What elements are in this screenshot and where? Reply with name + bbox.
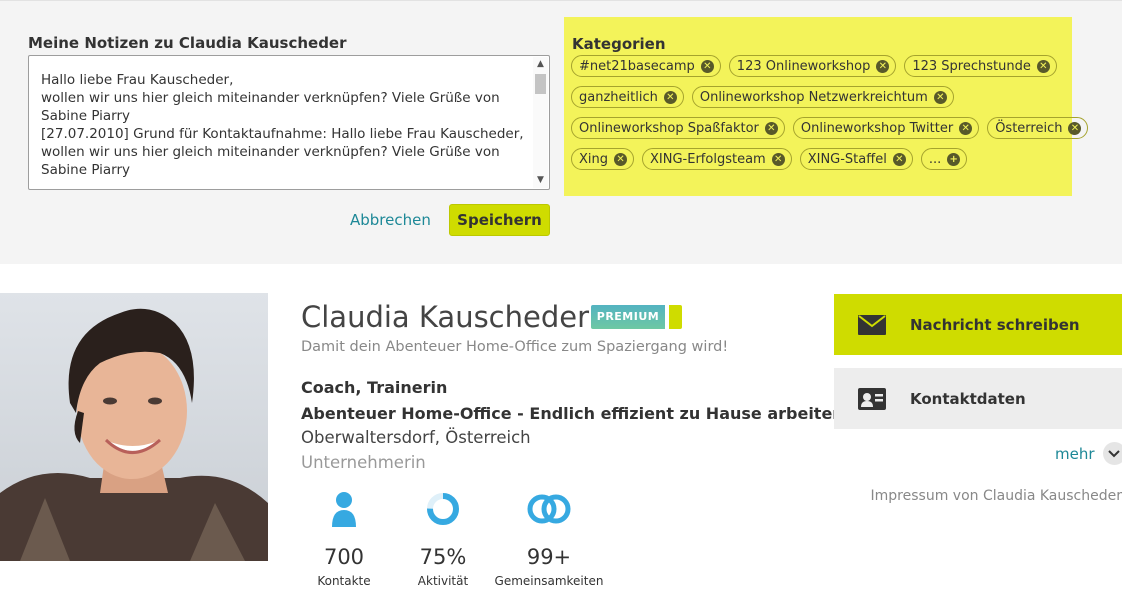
premium-badge-label: PREMIUM — [591, 305, 665, 329]
overlap-rings-icon — [494, 488, 604, 530]
category-tag[interactable]: XING-Staffel ✕ — [799, 148, 913, 170]
more-tags-label: ... — [928, 151, 942, 167]
remove-tag-icon[interactable]: ✕ — [700, 59, 714, 73]
stat-value: 75% — [419, 545, 467, 569]
save-button[interactable]: Speichern — [449, 204, 550, 236]
more-button[interactable]: mehr — [1055, 442, 1122, 465]
remove-tag-icon[interactable]: ✕ — [892, 152, 906, 166]
cancel-button[interactable]: Abbrechen — [340, 207, 441, 233]
tag-label: Onlineworkshop Twitter — [800, 120, 954, 136]
stat-value: 99+ — [526, 545, 572, 569]
tag-row: #net21basecamp ✕ 123 Onlineworkshop ✕ 123 … — [571, 55, 1057, 77]
category-tag[interactable]: Xing ✕ — [571, 148, 635, 170]
tag-row: ganzheitlich ✕ Onlineworkshop Netzwerkrei… — [571, 86, 954, 108]
category-tag[interactable]: XING-Erfolgsteam ✕ — [642, 148, 792, 170]
stat-label: Gemeinsamkeiten — [494, 574, 604, 588]
remove-tag-icon[interactable]: ✕ — [771, 152, 785, 166]
profile-photo-image — [0, 293, 268, 561]
notes-text[interactable]: Hallo liebe Frau Kauscheder, wollen wir … — [41, 71, 529, 179]
remove-tag-icon[interactable]: ✕ — [764, 121, 778, 135]
tag-label: 123 Sprechstunde — [912, 58, 1031, 74]
scroll-down-icon[interactable]: ▼ — [535, 175, 546, 186]
person-icon — [289, 488, 399, 530]
profile-location: Oberwaltersdorf, Österreich — [301, 428, 531, 447]
add-category-button[interactable]: ... + — [920, 148, 968, 170]
profile-photo — [0, 293, 268, 561]
tag-label: XING-Staffel — [807, 151, 887, 167]
contact-details-button[interactable]: Kontaktdaten — [834, 368, 1122, 429]
scroll-thumb[interactable] — [535, 74, 546, 94]
notes-title: Meine Notizen zu Claudia Kauscheder — [28, 34, 347, 52]
remove-tag-icon[interactable]: ✕ — [663, 90, 677, 104]
stat-label: Kontakte — [317, 574, 371, 588]
category-tag[interactable]: #net21basecamp ✕ — [571, 55, 721, 77]
remove-tag-icon[interactable]: ✕ — [1068, 121, 1082, 135]
stat-activity[interactable]: 75% Aktivität — [388, 488, 498, 588]
tag-label: 123 Onlineworkshop — [736, 58, 871, 74]
stat-common[interactable]: 99+ Gemeinsamkeiten — [494, 488, 604, 588]
tag-label: Onlineworkshop Netzwerkreichtum — [699, 89, 928, 105]
send-message-label: Nachricht schreiben — [910, 315, 1080, 334]
activity-ring-icon — [388, 488, 498, 530]
tag-label: ganzheitlich — [579, 89, 658, 105]
tag-label: Österreich — [995, 120, 1063, 136]
job-title: Coach, Trainerin — [301, 378, 448, 397]
remove-tag-icon[interactable]: ✕ — [876, 59, 890, 73]
notes-panel: Meine Notizen zu Claudia Kauscheder Hall… — [0, 0, 1122, 264]
tag-row: Xing ✕ XING-Erfolgsteam ✕ XING-Staffel ✕ ..… — [571, 148, 968, 170]
remove-tag-icon[interactable]: ✕ — [614, 152, 628, 166]
tag-label: Xing — [579, 151, 609, 167]
tag-label: Onlineworkshop Spaßfaktor — [579, 120, 759, 136]
premium-badge: PREMIUM — [591, 305, 682, 329]
send-message-button[interactable]: Nachricht schreiben — [834, 294, 1122, 355]
remove-tag-icon[interactable]: ✕ — [1036, 59, 1050, 73]
category-tag[interactable]: Onlineworkshop Twitter ✕ — [792, 117, 980, 139]
company-name: Abenteuer Home-Office - Endlich effizien… — [301, 404, 851, 423]
remove-tag-icon[interactable]: ✕ — [959, 121, 973, 135]
notes-textarea[interactable]: Hallo liebe Frau Kauscheder, wollen wir … — [28, 55, 550, 190]
category-tag[interactable]: 123 Sprechstunde ✕ — [904, 55, 1057, 77]
tag-label: XING-Erfolgsteam — [650, 151, 766, 167]
imprint-link[interactable]: Impressum von Claudia Kauscheder — [871, 488, 1122, 504]
scroll-up-icon[interactable]: ▲ — [535, 59, 546, 70]
category-tag[interactable]: ganzheitlich ✕ — [571, 86, 684, 108]
profile-name: Claudia Kauscheder — [301, 300, 590, 334]
contact-card-icon — [834, 387, 910, 410]
remove-tag-icon[interactable]: ✕ — [933, 90, 947, 104]
chevron-down-icon[interactable] — [1102, 442, 1122, 465]
envelope-icon — [834, 314, 910, 335]
premium-badge-accent — [669, 305, 682, 329]
category-tag[interactable]: Onlineworkshop Spaßfaktor ✕ — [571, 117, 785, 139]
category-tag[interactable]: Österreich ✕ — [987, 117, 1089, 139]
contact-details-label: Kontaktdaten — [910, 389, 1026, 408]
stat-value: 700 — [323, 545, 365, 569]
category-tag[interactable]: 123 Onlineworkshop ✕ — [728, 55, 897, 77]
profile-role: Unternehmerin — [301, 453, 426, 472]
plus-circle-icon[interactable]: + — [947, 152, 961, 166]
tag-row: Onlineworkshop Spaßfaktor ✕ Onlineworksho… — [571, 117, 1089, 139]
more-label: mehr — [1055, 444, 1095, 463]
stat-label: Aktivität — [417, 574, 469, 588]
notes-scrollbar[interactable]: ▲ ▼ — [533, 57, 548, 188]
tag-label: #net21basecamp — [579, 58, 695, 74]
stat-contacts[interactable]: 700 Kontakte — [289, 488, 399, 588]
categories-panel: Kategorien #net21basecamp ✕ 123 Onlinewor… — [564, 17, 1089, 196]
categories-title: Kategorien — [572, 35, 666, 53]
category-tag[interactable]: Onlineworkshop Netzwerkreichtum ✕ — [691, 86, 954, 108]
profile-tagline: Damit dein Abenteuer Home-Office zum Spa… — [301, 339, 729, 355]
